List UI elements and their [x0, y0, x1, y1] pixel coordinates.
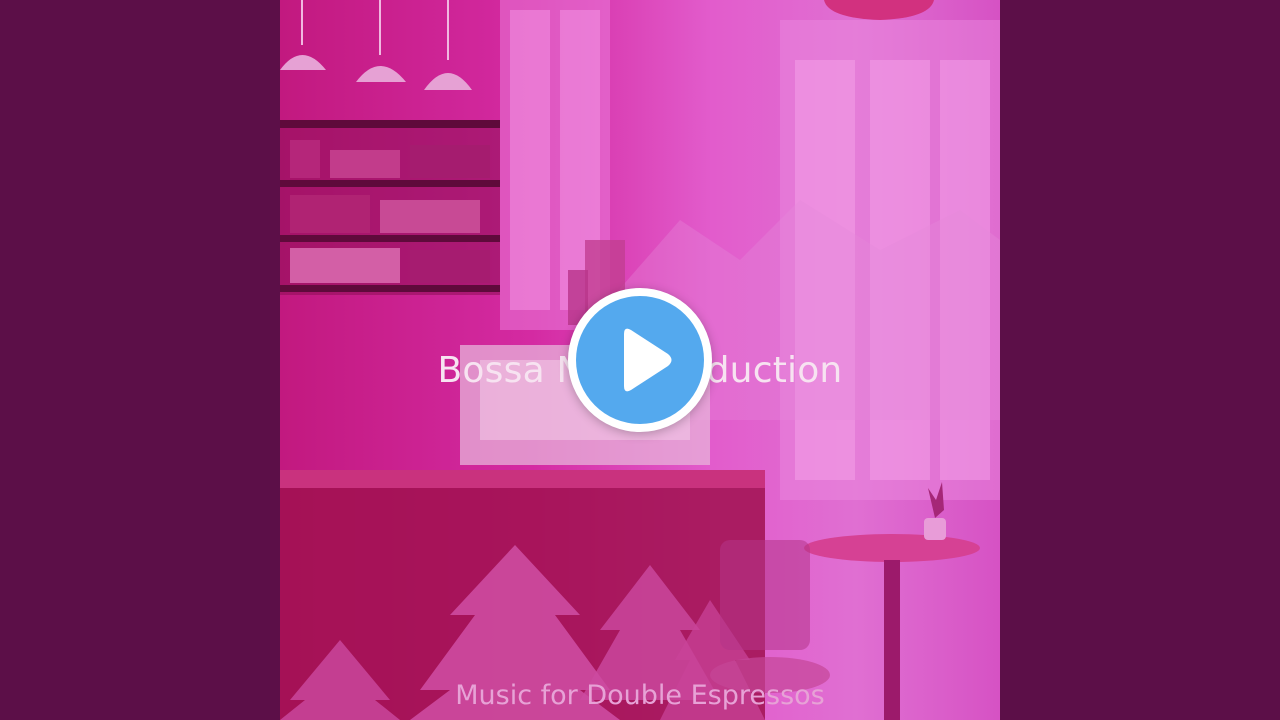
play-button-circle — [576, 296, 704, 424]
play-icon — [576, 296, 704, 424]
video-player[interactable]: Bossa Nova Seduction Music for Double Es… — [0, 0, 1280, 720]
play-button[interactable] — [568, 288, 712, 432]
album-subtitle: Music for Double Espressos — [455, 680, 825, 711]
